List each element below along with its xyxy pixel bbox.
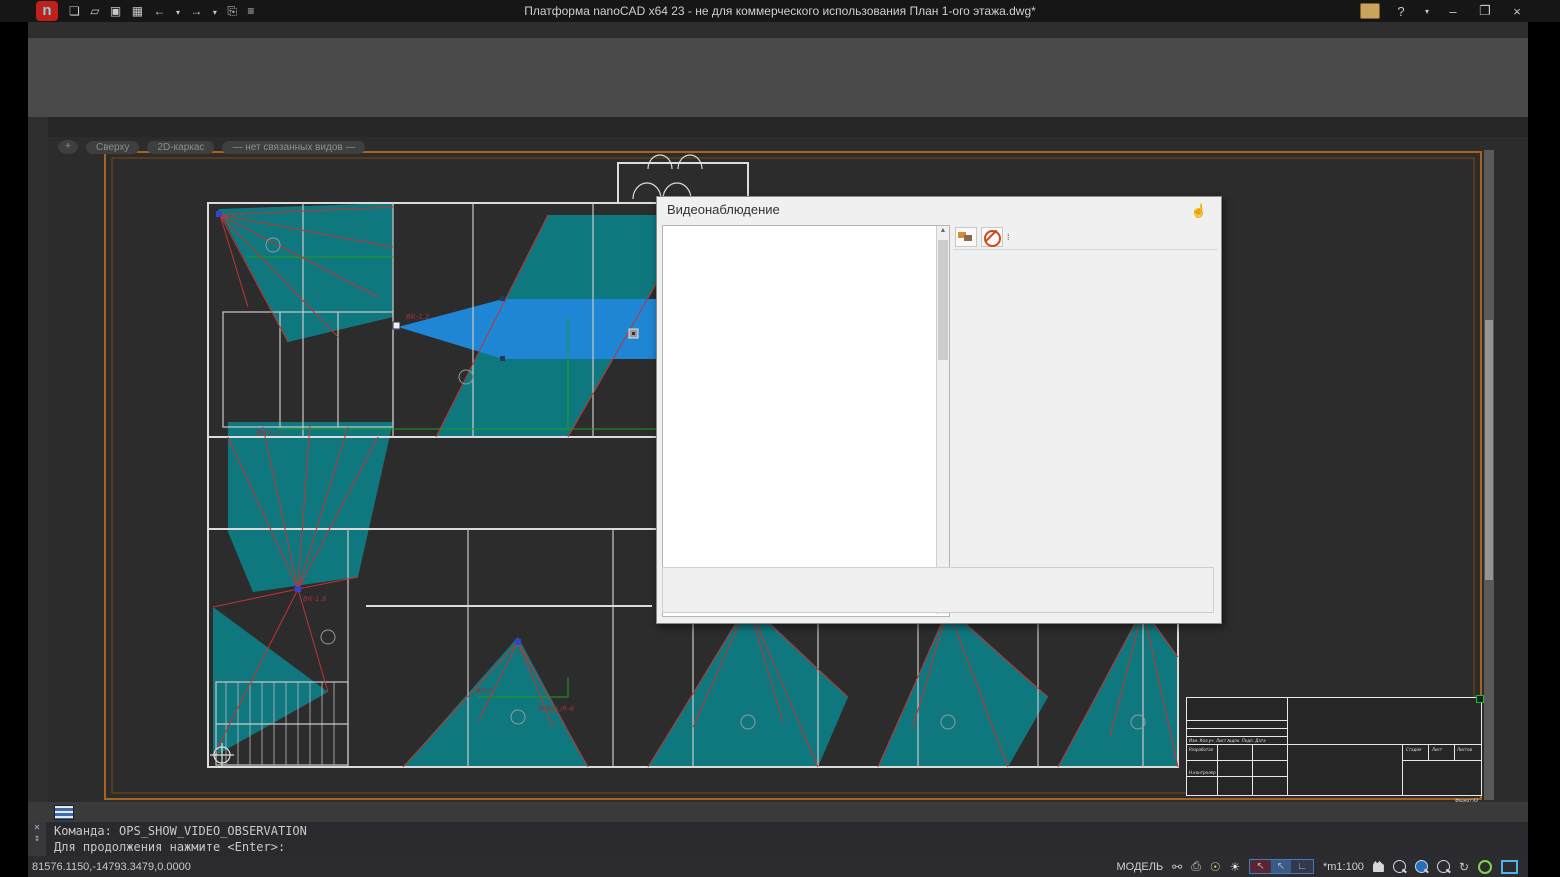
document-tab-bar (28, 117, 1528, 137)
help-button[interactable]: ? (1390, 4, 1412, 19)
plan-label: ВК-1.3 (256, 429, 279, 437)
redo-icon[interactable]: → (190, 0, 202, 22)
video-surveillance-dialog: Видеонаблюдение ☝ ▲ ▼ ⁞ (656, 196, 1222, 624)
plan-label: ВК-1.2 (406, 313, 430, 321)
cursor-coordinates: 81576.1150,-14793.3479,0.0000 (28, 861, 205, 873)
scrollbar-thumb[interactable] (938, 240, 948, 360)
command-history-line: Команда: OPS_SHOW_VIDEO_OBSERVATION (54, 824, 307, 838)
legend-table (366, 605, 652, 607)
quick-access-toolbar: ❏ ▱ ▣ ▦ ← ▾ → ▾ ⎘ ≡ (66, 0, 257, 22)
selection-mode-group: ↖ ↖ ∟ (1249, 859, 1314, 874)
titleblock-razrab: Разработал (1189, 747, 1213, 752)
pin-cmd-icon[interactable]: ↕ (28, 833, 46, 844)
undo-icon[interactable]: ← (154, 0, 166, 22)
minimize-button[interactable]: – (1442, 4, 1464, 19)
dialog-title[interactable]: Видеонаблюдение (657, 197, 1231, 223)
surveillance-tree[interactable]: ▲ ▼ (662, 225, 950, 617)
viewport-add-button[interactable]: + (58, 140, 78, 154)
status-right-tools: МОДЕЛЬ ⚯ ⎙ ☉ ☀ ↖ ↖ ∟ *m1:100 ↻ (1116, 859, 1528, 874)
help-dropdown-icon[interactable]: ▾ (1422, 7, 1432, 16)
hide-zones-icon[interactable] (981, 227, 1003, 247)
linked-views-button[interactable]: — нет связанных видов — (222, 141, 365, 154)
link-icon[interactable]: ⚯ (1172, 860, 1182, 874)
zoom-active-icon[interactable] (1415, 860, 1428, 873)
layout-tab-bar (28, 802, 1528, 822)
command-line[interactable]: ✕ ↕ Команда: OPS_SHOW_VIDEO_OBSERVATION … (28, 822, 1528, 856)
save-icon[interactable]: ▣ (110, 0, 121, 22)
monitor-small-icon[interactable]: ⎙ (1191, 859, 1201, 874)
scroll-up-icon[interactable]: ▲ (937, 227, 949, 234)
orbit-icon[interactable]: ↻ (1459, 860, 1469, 874)
tree-scrollbar[interactable]: ▲ ▼ (936, 226, 949, 614)
redo-dropdown-icon[interactable]: ▾ (213, 2, 217, 24)
app-logo-icon[interactable]: n (36, 1, 58, 21)
toolbar-overflow-icon[interactable]: ⁞ (1007, 232, 1010, 242)
scrollbar-thumb[interactable] (1485, 320, 1493, 580)
bulb-cursor-icon[interactable]: ☉ (1210, 860, 1221, 874)
plan-label: ВР-2 (476, 687, 493, 695)
canvas-vscrollbar[interactable] (1484, 150, 1494, 800)
show-cameras-icon[interactable] (955, 227, 977, 247)
title-bar: n ❏ ▱ ▣ ▦ ← ▾ → ▾ ⎘ ≡ Платформа nanoCAD … (0, 0, 1560, 22)
dialog-bottom-panel (662, 567, 1214, 613)
close-cmd-icon[interactable]: ✕ (28, 822, 46, 833)
save-all-icon[interactable]: ▦ (132, 0, 143, 22)
drawing-canvas[interactable]: ВК-1.2 ВК-1.3 ВК-1.8 ВР-2 SHELL/R-8 + Св… (48, 137, 1528, 802)
zoom-window-icon[interactable] (1437, 860, 1450, 873)
titleblock-sheets: Листов (1457, 747, 1472, 752)
dynamic-ucs-icon[interactable]: ∟ (1291, 860, 1313, 873)
model-space-label[interactable]: МОДЕЛЬ (1116, 861, 1163, 873)
title-block: Изм. Кол.уч. Лист №док. Подп. Дата Разра… (1186, 697, 1482, 796)
titleblock-head-row: Изм. Кол.уч. Лист №док. Подп. Дата (1189, 738, 1266, 743)
maximize-button[interactable]: ❐ (1474, 3, 1496, 19)
layouts-icon[interactable] (54, 805, 74, 820)
command-gutter: ✕ ↕ (28, 822, 46, 856)
properties-panel: ⁞ (953, 225, 1215, 615)
close-button[interactable]: × (1506, 4, 1528, 19)
properties-toolbar: ⁞ (953, 225, 1215, 249)
plan-label: SHELL/R-8 (538, 705, 575, 713)
pan-icon[interactable] (1373, 861, 1384, 872)
titleblock-stage: Стадия (1406, 747, 1421, 752)
window-controls: ? ▾ – ❐ × (1360, 0, 1528, 22)
undo-dropdown-icon[interactable]: ▾ (176, 2, 180, 24)
customize-icon[interactable]: ≡ (247, 0, 254, 22)
side-panel-tabs (28, 117, 48, 802)
fullscreen-icon[interactable] (1501, 860, 1518, 874)
titleblock-sheet: Лист (1432, 747, 1442, 752)
cursor-track-icon[interactable]: ↖ (1250, 860, 1270, 873)
hand-cursor-icon: ☝ (1191, 203, 1207, 219)
zoom-icon[interactable] (1393, 860, 1406, 873)
view-direction-button[interactable]: Сверху (86, 141, 139, 154)
new-file-icon[interactable]: ❏ (69, 0, 80, 22)
interface-switch-icon[interactable] (1360, 3, 1380, 19)
print-icon[interactable]: ⎘ (227, 0, 237, 22)
menu-bar (28, 22, 1528, 38)
ribbon (28, 38, 1528, 118)
annotation-scale[interactable]: *m1:100 (1323, 861, 1364, 873)
nanocad-window: { "window": { "title": "Платформа nanoCA… (0, 0, 1560, 877)
titleblock-ncontrol: Н.контролер (1189, 770, 1216, 775)
visual-style-button[interactable]: 2D-каркас (147, 141, 214, 154)
command-prompt-line[interactable]: Для продолжения нажмите <Enter>: (54, 840, 285, 854)
plan-label: ВК-1.8 (303, 595, 327, 603)
regen-icon[interactable] (1478, 860, 1492, 874)
viewport-controls: + Сверху 2D-каркас — нет связанных видов… (58, 140, 365, 154)
grip-point (1476, 695, 1484, 703)
property-grid (953, 249, 1217, 250)
open-file-icon[interactable]: ▱ (90, 0, 99, 22)
status-bar: 81576.1150,-14793.3479,0.0000 МОДЕЛЬ ⚯ ⎙… (28, 856, 1528, 877)
cursor-select-icon[interactable]: ↖ (1271, 860, 1291, 873)
bulb-icon[interactable]: ☀ (1230, 860, 1241, 874)
